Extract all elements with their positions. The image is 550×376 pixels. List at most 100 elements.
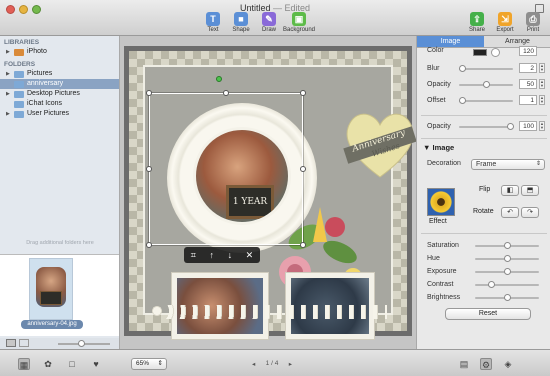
draw-tool-button[interactable]: ✎ Draw	[252, 12, 286, 33]
color-value[interactable]: 120	[519, 46, 537, 56]
image-opacity-stepper[interactable]: ▲ ▼	[539, 121, 545, 131]
hue-label: Hue	[427, 255, 440, 262]
folder-icon	[14, 100, 24, 108]
sidebar-item-pictures[interactable]: ▶ Pictures	[0, 69, 119, 79]
saturation-slider-knob[interactable]	[504, 242, 511, 249]
slider-knob[interactable]	[78, 340, 85, 347]
flip-vertical-button[interactable]: ⬒	[521, 185, 539, 196]
bring-forward-icon[interactable]: ↑	[209, 250, 214, 260]
page-indicator: 1 / 4	[265, 360, 279, 367]
opacity-field[interactable]: 50	[519, 79, 537, 89]
sidebar-item-ichat-icons[interactable]: iChat Icons	[0, 99, 119, 109]
offset-label: Offset	[427, 97, 446, 104]
blur-label: Blur	[427, 65, 440, 72]
hue-slider[interactable]	[475, 255, 539, 262]
print-icon: ⎙	[526, 12, 540, 26]
background-tool-button[interactable]: ▣ Background	[282, 12, 316, 33]
saturation-slider[interactable]	[475, 242, 539, 249]
resize-handle-top-left[interactable]	[146, 90, 152, 96]
source-sidebar: LIBRARIES ▶ iPhoto FOLDERS ▶ Pictures an…	[0, 36, 120, 349]
reset-button[interactable]: Reset	[445, 308, 531, 320]
share-icon: ⇪	[470, 12, 484, 26]
offset-field[interactable]: 1	[519, 95, 537, 105]
offset-stepper[interactable]: ▲ ▼	[539, 95, 545, 105]
opacity-slider-knob[interactable]	[483, 81, 490, 88]
stickers-icon[interactable]: ♥	[90, 358, 102, 370]
hue-slider-knob[interactable]	[504, 255, 511, 262]
anniversary-heart-sticker[interactable]: Anniversary Wishes	[340, 107, 420, 179]
resize-handle-top-right[interactable]	[300, 90, 306, 96]
angle-dial-icon[interactable]	[491, 48, 500, 57]
image-opacity-field[interactable]: 100	[519, 121, 537, 131]
contrast-label: Contrast	[427, 281, 454, 288]
flip-horizontal-button[interactable]: ◧	[501, 185, 519, 196]
blur-slider-knob[interactable]	[459, 65, 466, 72]
offset-slider[interactable]	[459, 97, 513, 104]
crop-icon[interactable]: ⌗	[191, 250, 196, 261]
send-backward-icon[interactable]: ↓	[228, 250, 233, 260]
contrast-slider[interactable]	[475, 281, 539, 288]
rotate-right-button[interactable]: ↷	[521, 207, 539, 218]
background-tool-label: Background	[282, 27, 316, 33]
exposure-slider[interactable]	[475, 268, 539, 275]
disclosure-triangle-icon[interactable]: ▶	[6, 47, 11, 57]
pages-icon[interactable]: ▤	[458, 358, 470, 370]
draw-icon: ✎	[262, 12, 276, 26]
brightness-row: Brightness	[427, 292, 545, 304]
opacity-slider[interactable]	[459, 81, 513, 88]
opacity-stepper[interactable]: ▲ ▼	[539, 79, 545, 89]
sidebar-item-user-pictures[interactable]: ▶ User Pictures	[0, 109, 119, 119]
decoration-popup[interactable]: Frame ⇕	[471, 159, 545, 170]
rotate-left-button[interactable]: ↶	[501, 207, 519, 218]
next-page-icon[interactable]: ▸	[289, 360, 292, 368]
frames-icon[interactable]: □	[66, 358, 78, 370]
blur-stepper[interactable]: ▲ ▼	[539, 63, 545, 73]
folder-icon	[14, 80, 24, 88]
disclosure-triangle-icon[interactable]: ▶	[6, 89, 11, 99]
folders-header: FOLDERS	[4, 61, 36, 68]
sidebar-item-desktop-pictures[interactable]: ▶ Desktop Pictures	[0, 89, 119, 99]
effects-icon[interactable]: ✿	[42, 358, 54, 370]
brightness-slider[interactable]	[475, 294, 539, 301]
image-opacity-slider[interactable]	[459, 123, 514, 130]
list-view-icon[interactable]	[19, 339, 29, 347]
disclosure-triangle-icon[interactable]: ▶	[6, 69, 11, 79]
thumbnail-size-slider[interactable]	[58, 340, 110, 347]
previous-page-icon[interactable]: ◂	[252, 360, 255, 368]
disclosure-down-icon: ▼	[423, 143, 433, 152]
blur-slider[interactable]	[459, 65, 513, 72]
effect-label: Effect	[429, 218, 447, 225]
print-button[interactable]: ⎙ Print	[516, 12, 550, 33]
blur-row: Blur 2 ▲ ▼	[427, 63, 545, 75]
blur-field[interactable]: 2	[519, 63, 537, 73]
image-opacity-label: Opacity	[427, 123, 451, 130]
resize-handle-top[interactable]	[223, 90, 229, 96]
zoom-popup[interactable]: 65% ⇕	[131, 358, 167, 370]
photo-thumbnail[interactable]	[29, 258, 73, 320]
selection-box[interactable]	[148, 92, 304, 246]
color-swatch[interactable]	[473, 49, 487, 56]
image-opacity-slider-knob[interactable]	[507, 123, 514, 130]
rotate-handle[interactable]	[216, 76, 222, 82]
image-section-header[interactable]: ▼ Image	[423, 143, 454, 152]
contrast-slider-knob[interactable]	[488, 281, 495, 288]
effect-preview[interactable]	[427, 188, 455, 216]
grid-view-icon[interactable]	[6, 339, 16, 347]
resize-handle-left[interactable]	[146, 166, 152, 172]
print-label: Print	[526, 27, 540, 33]
sidebar-item-iphoto[interactable]: ▶ iPhoto	[0, 47, 119, 57]
inspector-gear-icon[interactable]: ⚙	[480, 358, 492, 370]
rotate-right-icon: ↷	[527, 209, 533, 216]
delete-icon[interactable]: ✕	[246, 250, 254, 261]
brightness-slider-knob[interactable]	[504, 294, 511, 301]
exposure-slider-knob[interactable]	[504, 268, 511, 275]
resize-handle-bottom-left[interactable]	[146, 242, 152, 248]
tab-arrange[interactable]: Arrange	[484, 36, 550, 48]
resize-handle-right[interactable]	[300, 166, 306, 172]
resize-handle-bottom-right[interactable]	[300, 242, 306, 248]
layers-icon[interactable]: ◈	[502, 358, 514, 370]
disclosure-triangle-icon[interactable]: ▶	[6, 109, 11, 119]
layouts-icon[interactable]: ▦	[18, 358, 30, 370]
offset-slider-knob[interactable]	[459, 97, 466, 104]
sidebar-item-anniversary[interactable]: anniversary	[0, 79, 119, 89]
